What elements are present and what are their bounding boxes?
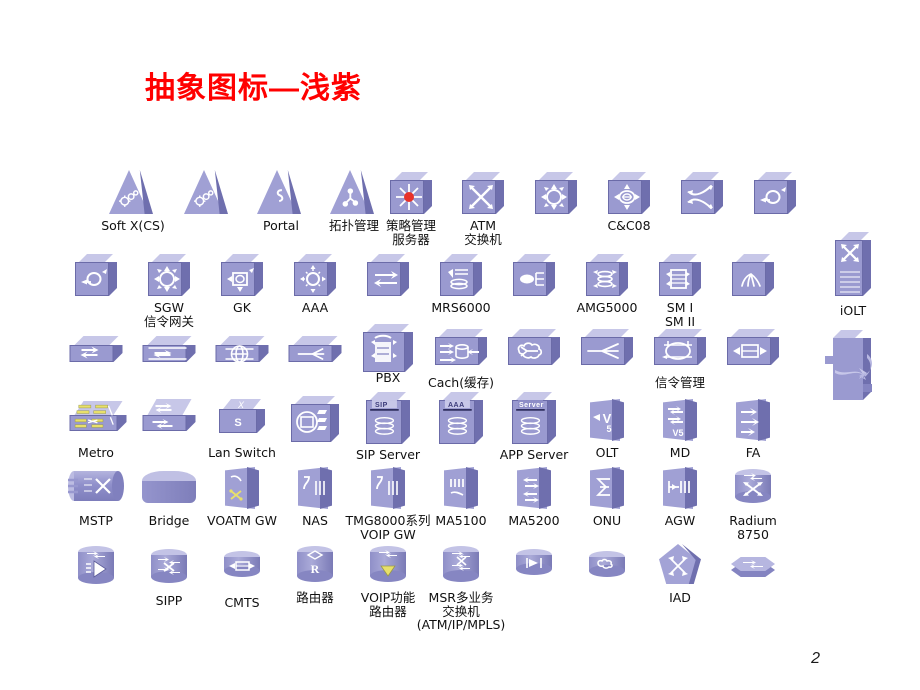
aaa-chip-label: AAA bbox=[448, 402, 465, 409]
server-chip-label: Server bbox=[519, 402, 544, 409]
svg-text:5: 5 bbox=[606, 424, 611, 434]
icon-box-fan[interactable] bbox=[705, 250, 801, 301]
svg-text:X: X bbox=[237, 400, 245, 410]
box-ring-arrow-icon bbox=[727, 168, 823, 218]
icon-fa[interactable]: FA bbox=[705, 395, 801, 460]
cabinet-swirl-icon bbox=[805, 330, 901, 410]
icon-iolt[interactable]: iOLT bbox=[805, 228, 901, 318]
box-fan-icon bbox=[705, 250, 801, 300]
icon-label: Metro bbox=[78, 445, 114, 460]
icon-label: SIP Server bbox=[355, 447, 421, 462]
icon-label: SM I SM II bbox=[664, 300, 696, 329]
slide-canvas: 抽象图标—浅紫 2 Soft X(CS) Portal 拓扑管理 策略管理 服务… bbox=[0, 0, 920, 690]
icon-puck-x[interactable] bbox=[705, 545, 801, 596]
icon-label: iOLT bbox=[839, 303, 867, 318]
puck-x-icon bbox=[705, 545, 801, 595]
icon-radium8750[interactable]: Radium 8750 bbox=[705, 463, 801, 541]
svg-text:R: R bbox=[311, 562, 320, 576]
icon-label: Radium 8750 bbox=[729, 513, 777, 542]
radium8750-icon bbox=[705, 463, 801, 513]
page-title: 抽象图标—浅紫 bbox=[145, 72, 362, 105]
icon-cabinet[interactable] bbox=[805, 330, 901, 411]
svg-text:S: S bbox=[234, 417, 241, 429]
sip-chip-label: SIP bbox=[375, 402, 388, 409]
icon-label: Soft X(CS) bbox=[101, 218, 165, 233]
iolt-icon bbox=[805, 228, 901, 300]
fa-icon bbox=[705, 395, 801, 445]
icon-box-arrows-bar[interactable] bbox=[705, 325, 801, 376]
icon-label: ATM 交换机 bbox=[464, 218, 502, 247]
icon-label: FA bbox=[745, 445, 761, 460]
page-number: 2 bbox=[811, 650, 820, 667]
icon-box-ring-arrow[interactable] bbox=[727, 168, 823, 219]
icon-label: MSR多业务 交换机 (ATM/IP/MPLS) bbox=[416, 590, 506, 632]
box-arrows-bar-icon bbox=[705, 325, 801, 375]
svg-text:V5: V5 bbox=[672, 428, 683, 438]
